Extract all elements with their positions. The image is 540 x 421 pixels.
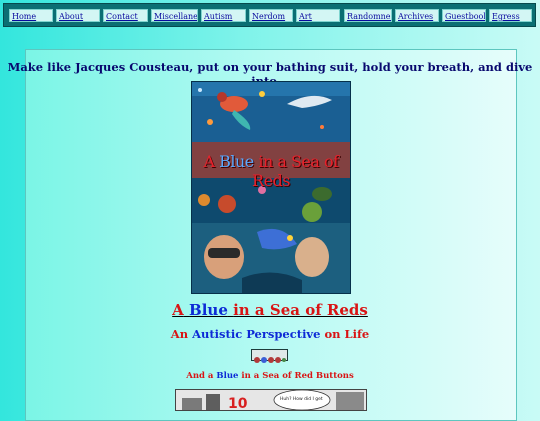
nav-link-guestbook[interactable]: Guestbook — [442, 9, 486, 22]
buttons-caption: And a Blue in a Sea of Red Buttons — [0, 371, 540, 381]
subtitle-on-life: on Life — [324, 327, 370, 341]
comic-bubble-text: Huh? How did I get — [280, 396, 323, 402]
nav-link-nerdom[interactable]: Nerdom — [249, 9, 293, 22]
title-rest: in a Sea of Reds — [233, 301, 368, 319]
top-navigation-bar: Home About Contact Miscellaneous Autism … — [3, 3, 536, 27]
cover-image: A Blue in a Sea of Reds — [191, 81, 351, 294]
nav-link-about[interactable]: About — [56, 9, 100, 22]
comic-strip-illustration: 10 Huh? How did I get — [176, 390, 366, 410]
svg-text:10: 10 — [228, 396, 248, 410]
cover-title-rest: in a Sea of Reds — [252, 152, 339, 190]
nav-link-art[interactable]: Art — [296, 9, 340, 22]
cover-title: A Blue in a Sea of Reds — [192, 152, 350, 190]
nav-link-randomness[interactable]: Randomness — [344, 9, 392, 22]
nav-link-miscellaneous[interactable]: Miscellaneous — [151, 9, 198, 22]
caption-rest: in a Sea of Red Buttons — [241, 371, 354, 381]
nav-link-egress[interactable]: Egress — [489, 9, 532, 22]
comic-strip-image[interactable]: 10 Huh? How did I get — [175, 389, 367, 411]
subtitle-an: An — [170, 327, 189, 341]
title-word-blue: Blue — [189, 301, 228, 319]
cover-title-blue: Blue — [219, 152, 254, 171]
nav-link-home[interactable]: Home — [9, 9, 53, 22]
site-badge-button[interactable] — [251, 349, 288, 363]
nav-link-autism[interactable]: Autism — [201, 9, 246, 22]
cover-title-a: A — [203, 152, 220, 171]
subtitle-autistic-perspective: Autistic Perspective — [192, 327, 321, 341]
caption-blue: Blue — [216, 371, 239, 381]
badge-dots-icon — [254, 357, 286, 363]
nav-link-contact[interactable]: Contact — [103, 9, 148, 22]
nav-link-archives[interactable]: Archives — [395, 9, 439, 22]
site-title-link[interactable]: A Blue in a Sea of Reds — [0, 301, 540, 319]
title-word-a: A — [172, 301, 184, 319]
subtitle: An Autistic Perspective on Life — [0, 327, 540, 341]
caption-and-a: And a — [186, 371, 214, 381]
